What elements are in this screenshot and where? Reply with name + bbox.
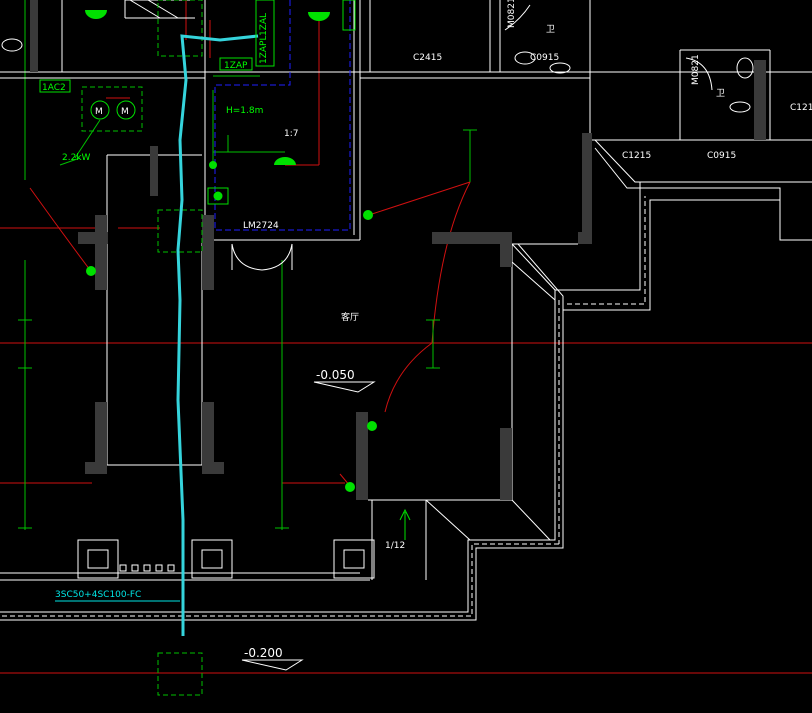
bath-label-2: 卫 xyxy=(716,89,725,99)
light-fixture xyxy=(345,482,355,492)
light-fixture xyxy=(86,266,96,276)
elevation-main-label: -0.050 xyxy=(316,368,355,382)
light-fixture xyxy=(363,210,373,220)
elevation-lower-label: -0.200 xyxy=(244,646,283,660)
door-m0821-top-label: M0821 xyxy=(507,0,517,28)
stair-label: 1/12 xyxy=(385,541,405,551)
stair-arrow-icon xyxy=(399,508,411,540)
window-c0915-top-label: C0915 xyxy=(530,53,559,63)
window-c1215-left-label: C1215 xyxy=(622,151,651,161)
door-m0821-right-label: M0821 xyxy=(691,54,701,85)
room-label: 客厅 xyxy=(341,311,359,323)
door-lm2724-label: LM2724 xyxy=(243,221,279,231)
ceiling-lamp xyxy=(274,157,296,165)
motor-symbols: M M xyxy=(90,100,136,120)
cad-floor-plan: M M -0.050 -0.200 客厅 卫 卫 C2415 C0915 C12… xyxy=(0,0,812,696)
toilet-fixtures xyxy=(1,4,754,113)
window-c1215-right-label: C1215 xyxy=(790,103,812,113)
entry-door xyxy=(231,243,293,271)
panel-1ac2-label: 1AC2 xyxy=(42,83,66,93)
window-c2415-label: C2415 xyxy=(413,53,442,63)
room-code-label: 1:7 xyxy=(284,129,298,139)
window-c0915-right-label: C0915 xyxy=(707,151,736,161)
height-label: H=1.8m xyxy=(226,106,263,116)
socket-box xyxy=(207,187,229,205)
wall-columns xyxy=(30,0,766,500)
ceiling-lamp xyxy=(85,10,107,19)
panel-1zap-label: 1ZAP xyxy=(224,61,248,71)
cable-label: 3SC50+4SC100-FC xyxy=(55,590,141,600)
power-label: 2.2kW xyxy=(62,153,91,163)
ceiling-lamp xyxy=(308,12,330,21)
bottom-columns xyxy=(77,539,375,579)
motor-label: M xyxy=(121,107,129,117)
light-fixture xyxy=(367,421,377,431)
white-walls xyxy=(0,0,812,581)
motor-label: M xyxy=(95,107,103,117)
outer-perimeter xyxy=(0,139,812,621)
cyan-cable-route xyxy=(176,34,259,636)
bath-label-1: 卫 xyxy=(546,25,555,35)
panel-1zal-label: 1ZAL xyxy=(259,13,269,36)
elevation-markers xyxy=(241,381,376,671)
light-fixtures xyxy=(85,10,377,492)
red-axis-lines xyxy=(0,0,812,674)
light-fixture xyxy=(209,161,217,169)
panel-1zapl-label: 1ZAPL xyxy=(259,36,269,65)
